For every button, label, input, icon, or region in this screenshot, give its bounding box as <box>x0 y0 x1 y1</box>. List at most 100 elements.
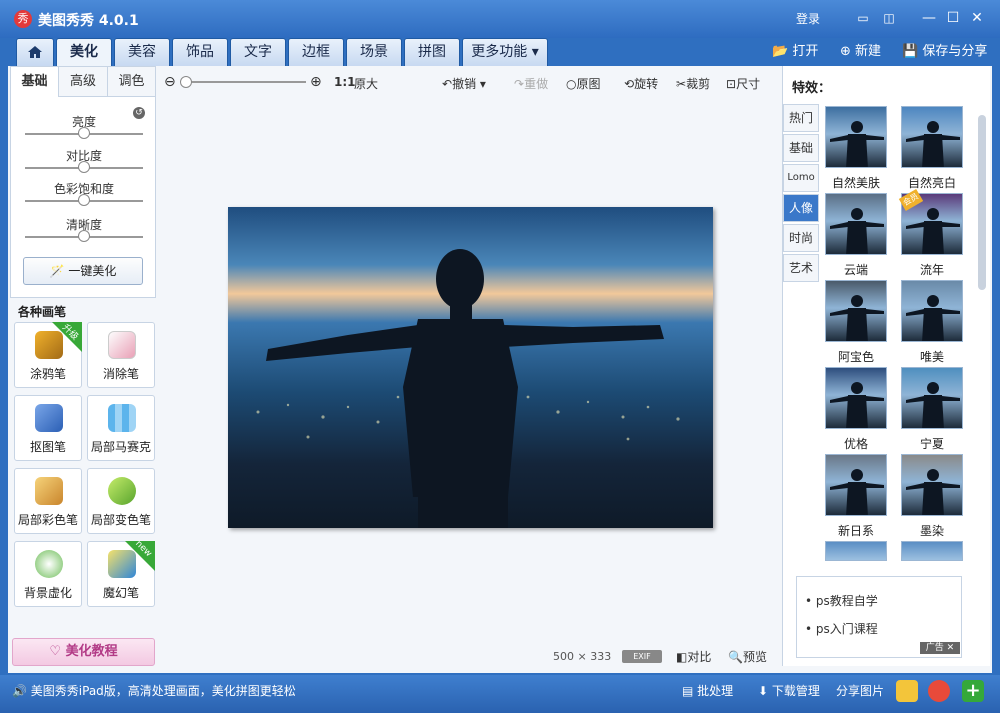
login-link[interactable]: 登录 <box>796 10 820 27</box>
star-icon[interactable] <box>896 680 918 702</box>
photo-canvas[interactable] <box>228 207 713 528</box>
add-icon[interactable]: + <box>962 680 984 702</box>
tab-beautify[interactable]: 美化 <box>56 38 112 66</box>
minimize-button[interactable]: — <box>918 8 940 28</box>
rotate-button[interactable]: ⟲旋转 <box>624 75 658 92</box>
brush-section-title: 各种画笔 <box>18 305 67 319</box>
slider-knob[interactable] <box>78 161 90 173</box>
effect-thumbnail[interactable] <box>825 367 887 429</box>
save-label: 保存与分享 <box>922 44 988 59</box>
zoom-in-icon[interactable]: ⊕ <box>310 74 322 90</box>
tab-more[interactable]: 更多功能 ▾ <box>462 38 548 66</box>
maximize-button[interactable]: ☐ <box>942 8 964 28</box>
category-fashion[interactable]: 时尚 <box>783 224 819 252</box>
slider-knob[interactable] <box>78 230 90 242</box>
exif-button[interactable]: EXIF <box>622 650 662 663</box>
category-portrait[interactable]: 人像 <box>783 194 819 222</box>
brush-graffiti[interactable]: 升级 涂鸦笔 <box>14 322 82 388</box>
effect-thumbnail[interactable] <box>901 367 963 429</box>
zoom-knob[interactable] <box>180 76 192 88</box>
tab-text[interactable]: 文字 <box>230 38 286 66</box>
effect-thumbnail[interactable] <box>901 454 963 516</box>
app-title: 美图秀秀 4.0.1 <box>38 13 139 29</box>
effects-scrollbar[interactable] <box>978 115 986 290</box>
effect-thumbnail[interactable] <box>825 106 887 168</box>
thumbnail-silhouette <box>830 295 884 341</box>
effect-label: 新日系 <box>837 524 874 538</box>
subtab-basic[interactable]: 基础 <box>11 67 59 97</box>
subtab-advanced[interactable]: 高级 <box>59 67 108 97</box>
brush-local-color[interactable]: 局部彩色笔 <box>14 468 82 534</box>
new-button[interactable]: ⊕ 新建 <box>840 40 881 59</box>
effect-thumbnail[interactable] <box>825 193 887 255</box>
brush-eraser[interactable]: 消除笔 <box>87 322 155 388</box>
category-lomo[interactable]: Lomo <box>783 164 819 192</box>
undo-button[interactable]: ↶撤销 ▾ <box>442 75 486 92</box>
news-item[interactable]: • ps教程自学 <box>805 592 878 609</box>
share-picture-button[interactable]: 分享图片 <box>836 682 884 699</box>
rotate-icon: ⟲ <box>624 77 635 91</box>
download-button[interactable]: ⬇ 下载管理 <box>758 682 820 699</box>
compare-icon: ◧ <box>676 650 688 664</box>
original-size-button[interactable]: 原大 <box>354 75 378 92</box>
effect-thumbnail[interactable] <box>825 541 887 561</box>
wand-icon: 🪄 <box>49 264 65 278</box>
effect-label: 优格 <box>843 437 868 451</box>
category-hot[interactable]: 热门 <box>783 104 819 132</box>
effect-label: 宁夏 <box>919 437 944 451</box>
news-item[interactable]: • ps入门课程 <box>805 620 878 637</box>
tab-beauty[interactable]: 美容 <box>114 38 170 66</box>
category-basic[interactable]: 基础 <box>783 134 819 162</box>
chat-icon[interactable]: ▭ <box>852 8 874 28</box>
effect-thumbnail[interactable] <box>825 280 887 342</box>
redo-label: 重做 <box>524 77 549 91</box>
effect-thumbnail[interactable] <box>901 541 963 561</box>
effect-label: 自然美肤 <box>831 176 880 190</box>
zoom-ratio[interactable]: 1:1 <box>334 75 356 89</box>
ad-close[interactable]: 广告 ✕ <box>920 642 960 654</box>
redo-button[interactable]: ↷重做 <box>514 75 548 92</box>
zoom-slider[interactable] <box>186 81 306 83</box>
weibo-icon[interactable] <box>928 680 950 702</box>
skin-icon[interactable]: ◫ <box>878 8 900 28</box>
open-button[interactable]: 📂 打开 <box>772 40 818 59</box>
original-button[interactable]: ○原图 <box>566 75 601 92</box>
category-art[interactable]: 艺术 <box>783 254 819 282</box>
tab-scene[interactable]: 场景 <box>346 38 402 66</box>
brush-magic[interactable]: new 魔幻笔 <box>87 539 155 607</box>
brush-cutout[interactable]: 抠图笔 <box>14 395 82 461</box>
paint-bucket-icon <box>108 477 136 505</box>
compare-button[interactable]: ◧对比 <box>676 648 711 665</box>
tab-accessories[interactable]: 饰品 <box>172 38 228 66</box>
effect-thumbnail[interactable] <box>825 454 887 516</box>
more-label: 更多功能 <box>471 44 528 60</box>
tab-border[interactable]: 边框 <box>288 38 344 66</box>
effect-label: 自然亮白 <box>907 176 956 190</box>
times-sign: × <box>577 650 587 663</box>
news-link[interactable]: ps入门课程 <box>816 622 878 636</box>
crop-button[interactable]: ✂裁剪 <box>676 75 710 92</box>
brush-bg-blur[interactable]: 背景虚化 <box>14 541 82 607</box>
auto-beautify-button[interactable]: 🪄 一键美化 <box>23 257 143 285</box>
tutorial-button[interactable]: ♡ 美化教程 <box>12 638 155 666</box>
tab-collage[interactable]: 拼图 <box>404 38 460 66</box>
home-tab[interactable] <box>16 38 54 66</box>
slider-knob[interactable] <box>78 194 90 206</box>
effect-thumbnail[interactable] <box>901 106 963 168</box>
slider-knob[interactable] <box>78 127 90 139</box>
brush-mosaic[interactable]: 局部马赛克 <box>87 395 155 461</box>
news-link[interactable]: ps教程自学 <box>816 594 878 608</box>
preview-button[interactable]: 🔍预览 <box>728 648 767 665</box>
thumbnail-silhouette <box>906 469 960 515</box>
save-share-button[interactable]: 💾 保存与分享 <box>902 40 987 59</box>
status-message[interactable]: 🔊 美图秀秀iPad版，高清处理画面，美化拼图更轻松 <box>12 682 296 699</box>
subtab-color[interactable]: 调色 <box>108 67 156 97</box>
auto-beautify-label: 一键美化 <box>68 264 117 278</box>
resize-button[interactable]: ⊡尺寸 <box>726 75 760 92</box>
batch-button[interactable]: ▤ 批处理 <box>682 682 733 699</box>
image-height: 333 <box>590 650 612 663</box>
zoom-out-icon[interactable]: ⊖ <box>164 74 176 90</box>
effect-thumbnail[interactable] <box>901 280 963 342</box>
brush-recolor[interactable]: 局部变色笔 <box>87 468 155 534</box>
close-button[interactable]: ✕ <box>966 8 988 28</box>
